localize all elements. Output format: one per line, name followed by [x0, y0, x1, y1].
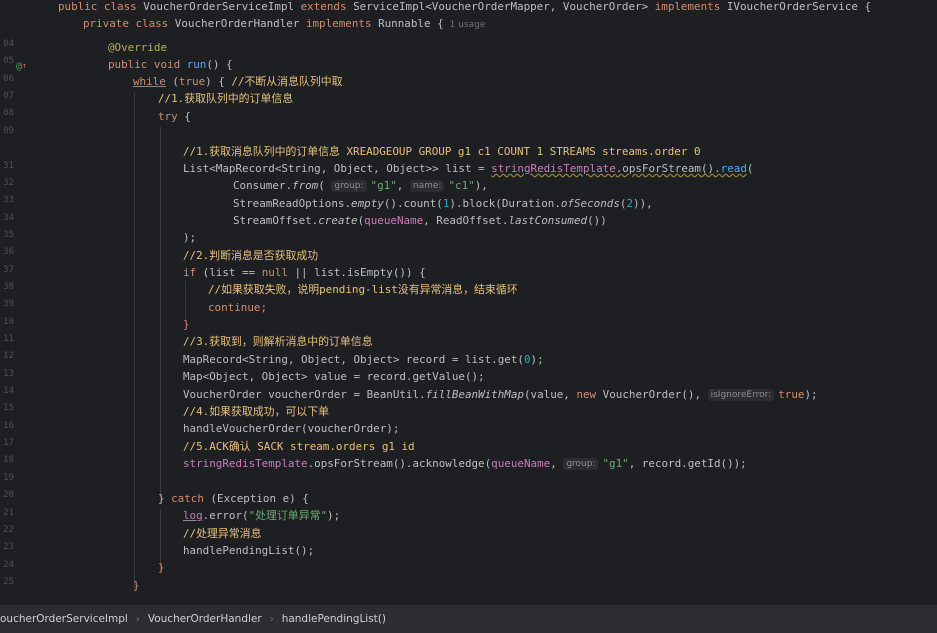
- code-editor[interactable]: 04 05 06 07 08 09 31 32 33 34 35 36 37 38 39 10 11 12 13 14…: [0, 0, 937, 604]
- line-number: 11: [3, 334, 14, 344]
- line-number: 17: [3, 438, 14, 449]
- code-line: StreamOffset.create(queueName, ReadOffse…: [233, 214, 607, 227]
- code-line: handleVoucherOrder(voucherOrder);: [183, 422, 400, 435]
- code-line: //3.获取到，则解析消息中的订单信息: [183, 335, 373, 348]
- line-number: 25: [3, 576, 14, 587]
- line-number: 22: [3, 524, 14, 535]
- line-number: 12: [3, 351, 14, 362]
- code-line: StreamReadOptions.empty().count(1).block…: [233, 197, 653, 210]
- code-line: VoucherOrder voucherOrder = BeanUtil.fil…: [183, 388, 818, 401]
- usage-hint: 1 usage: [449, 20, 486, 30]
- code-line: List<MapRecord<String, Object, Object>> …: [183, 162, 754, 175]
- line-number: 08: [3, 108, 14, 119]
- code-line: public class VoucherOrderServiceImpl ext…: [58, 0, 872, 13]
- line-number: 19: [3, 472, 14, 483]
- line-number: 34: [3, 212, 14, 223]
- line-number: 33: [3, 195, 14, 206]
- chevron-right-icon: ›: [269, 613, 274, 625]
- param-hint: isIgnoreError:: [707, 389, 775, 401]
- breadcrumb-method[interactable]: handlePendingList(): [282, 613, 386, 625]
- line-number: 10: [3, 316, 14, 327]
- line-number: 35: [3, 229, 14, 240]
- code-line: Map<Object, Object> value = record.getVa…: [183, 370, 485, 383]
- code-line: }: [183, 318, 190, 331]
- line-number: 05: [3, 56, 14, 67]
- line-number: 15: [3, 403, 14, 414]
- indent-guide: [160, 127, 161, 497]
- code-line: //1.获取消息队列中的订单信息 XREADGEOUP GROUP g1 c1 …: [183, 145, 701, 158]
- code-line: if (list == null || list.isEmpty()) {: [183, 266, 426, 279]
- chevron-right-icon: ›: [135, 613, 140, 625]
- param-hint: group:: [563, 458, 599, 470]
- line-number: [0, 1, 14, 18]
- code-line: //如果获取失败，说明pending-list没有异常消息，结束循环: [208, 283, 518, 296]
- code-line: //处理异常消息: [183, 527, 262, 540]
- code-line: handlePendingList();: [183, 544, 315, 557]
- code-line: );: [183, 231, 197, 244]
- code-line: //1.获取队列中的订单信息: [158, 92, 294, 105]
- code-line: continue;: [208, 301, 268, 314]
- breadcrumb-inner-class[interactable]: VoucherOrderHandler: [148, 613, 262, 625]
- line-number: 23: [3, 542, 14, 553]
- line-number: 14: [3, 386, 14, 397]
- line-number: 39: [3, 299, 14, 310]
- breadcrumb-class[interactable]: oucherOrderServiceImpl: [0, 613, 128, 625]
- code-line: Consumer.from( group: "g1", name: "c1"),: [233, 179, 488, 192]
- code-line: try {: [158, 110, 191, 123]
- code-line: private class VoucherOrderHandler implem…: [83, 17, 486, 30]
- line-number: 38: [3, 281, 14, 292]
- line-number: 21: [3, 507, 14, 518]
- override-method-icon[interactable]: @↑: [16, 61, 27, 72]
- code-line: //5.ACK确认 SACK stream.orders g1 id: [183, 440, 415, 453]
- line-number: 18: [3, 455, 14, 466]
- param-hint: name:: [409, 180, 445, 192]
- line-number: 09: [3, 125, 14, 136]
- line-number: 24: [3, 559, 14, 570]
- code-line: while (true) { //不断从消息队列中取: [133, 75, 343, 88]
- code-line: stringRedisTemplate.opsForStream().ackno…: [183, 457, 747, 470]
- breadcrumb: oucherOrderServiceImpl › VoucherOrderHan…: [0, 604, 937, 633]
- line-number: 20: [3, 490, 14, 501]
- line-number: 06: [3, 73, 14, 84]
- line-number-gutter: 04 05 06 07 08 09 31 32 33 34 35 36 37 38 39 10 11 12 13 14…: [0, 0, 46, 604]
- code-line: MapRecord<String, Object, Object> record…: [183, 353, 544, 366]
- code-line: log.error("处理订单异常");: [183, 509, 341, 522]
- line-number: [0, 19, 14, 36]
- line-number: 37: [3, 264, 14, 275]
- line-number: 36: [3, 247, 14, 258]
- param-hint: group:: [331, 180, 367, 192]
- code-line: }: [133, 579, 140, 592]
- code-line: public void run() {: [108, 58, 233, 71]
- code-line: @Override: [108, 41, 168, 54]
- code-line: //4.如果获取成功，可以下单: [183, 405, 330, 418]
- line-number: 32: [3, 177, 14, 188]
- line-number: 31: [3, 160, 14, 171]
- line-number: 07: [3, 91, 14, 102]
- code-line: //2.判断消息是否获取成功: [183, 249, 319, 262]
- indent-guide: [134, 92, 135, 590]
- line-number: 04: [3, 39, 14, 50]
- line-number: 16: [3, 420, 14, 431]
- code-line: }: [158, 561, 165, 574]
- line-number: 13: [3, 368, 14, 379]
- code-line: } catch (Exception e) {: [158, 492, 309, 505]
- line-number: [0, 140, 14, 157]
